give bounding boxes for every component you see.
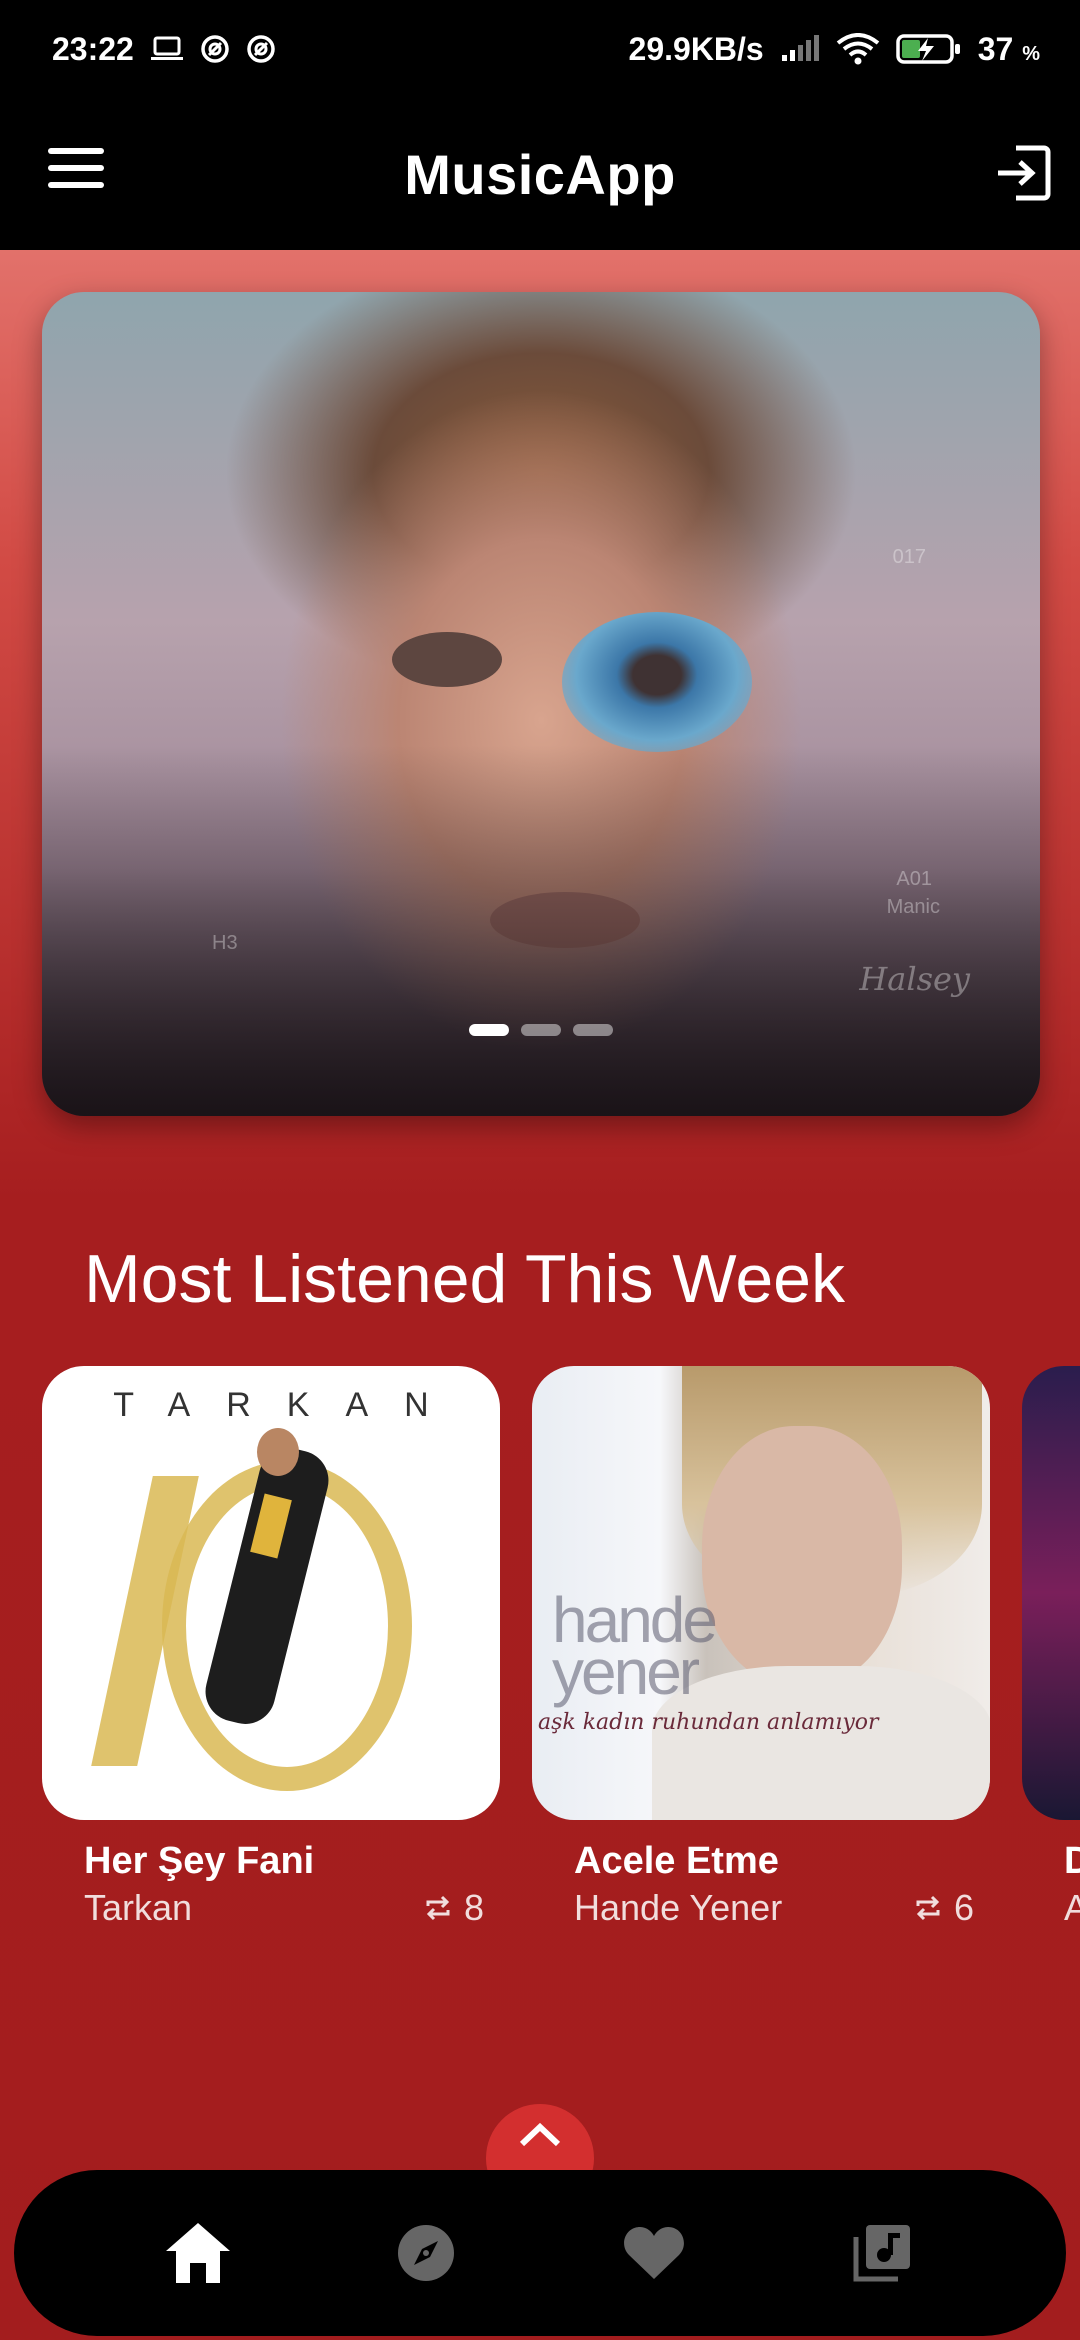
play-count: 6: [912, 1887, 974, 1929]
nav-favorites[interactable]: [614, 2213, 694, 2293]
nav-library[interactable]: [842, 2213, 922, 2293]
play-count: 8: [422, 1887, 484, 1929]
screen: 23:22 29.9KB/s 37 % MusicApp 017 A01 Man…: [0, 0, 1080, 2340]
network-speed: 29.9KB/s: [628, 30, 764, 67]
app-title: MusicApp: [404, 142, 676, 206]
menu-line: [48, 182, 104, 188]
carousel-indicator: [42, 1024, 1040, 1036]
album-cover-logo: hande yener: [552, 1588, 718, 1708]
repeat-icon: [916, 1895, 940, 1921]
album-cover: [1022, 1366, 1080, 1820]
hero-artwork-eye: [392, 632, 502, 687]
song-artist: A: [1064, 1887, 1080, 1928]
song-card[interactable]: hande yener aşk kadın ruhundan anlamıyor…: [532, 1366, 990, 1929]
hero-cover-text-manic: Manic: [886, 896, 940, 918]
hero-carousel[interactable]: 017 A01 Manic H3 Halsey: [42, 292, 1040, 1116]
play-count-value: 8: [463, 1887, 484, 1928]
hero-signature: Halsey: [859, 960, 970, 998]
laptop-icon: [150, 36, 184, 62]
battery-percent: 37 %: [978, 31, 1040, 68]
at-icon: [200, 34, 230, 64]
hero-cover-text-a01: A01: [896, 868, 932, 890]
album-cover-logo-line: yener: [552, 1636, 700, 1708]
status-bar: 23:22 29.9KB/s 37 %: [0, 0, 1080, 98]
repeat-icon: [426, 1895, 450, 1921]
cover-art-face: [702, 1426, 902, 1686]
hero-artwork-eye: [562, 612, 752, 752]
wifi-icon: [836, 33, 880, 65]
song-carousel[interactable]: TARKAN Her Şey Fani Tarkan 8 hande yener…: [42, 1366, 1080, 1946]
at-icon: [246, 34, 276, 64]
song-card[interactable]: D A: [1022, 1366, 1080, 1929]
section-title: Most Listened This Week: [84, 1241, 845, 1317]
carousel-dot[interactable]: [521, 1024, 561, 1036]
battery-percent-unit: %: [1022, 42, 1040, 65]
hero-artwork-lips: [490, 892, 640, 948]
song-meta: A: [1064, 1887, 1080, 1929]
explore-icon: [398, 2225, 454, 2281]
carousel-dot[interactable]: [573, 1024, 613, 1036]
song-title: D: [1064, 1840, 1080, 1882]
status-left: 23:22: [52, 31, 276, 68]
song-title: Her Şey Fani: [84, 1840, 315, 1882]
chevron-up-icon: [519, 2122, 561, 2147]
album-cover-tagline: aşk kadın ruhundan anlamıyor: [538, 1710, 879, 1735]
favorites-icon: [624, 2227, 684, 2279]
status-time: 23:22: [52, 30, 134, 67]
nav-explore[interactable]: [386, 2213, 466, 2293]
battery-percent-value: 37: [977, 30, 1014, 67]
status-right: 29.9KB/s 37 %: [629, 31, 1040, 68]
song-artist: Hande Yener: [574, 1887, 783, 1928]
menu-line: [48, 165, 104, 171]
song-artist: Tarkan: [84, 1887, 193, 1928]
home-icon: [166, 2223, 230, 2283]
signal-icon: [780, 35, 820, 63]
app-bar: MusicApp: [0, 98, 1080, 250]
bottom-nav: [14, 2170, 1066, 2336]
cover-art-figure: [257, 1428, 299, 1476]
song-meta: Tarkan 8: [84, 1887, 484, 1929]
battery-charging-icon: [895, 33, 962, 65]
library-icon: [853, 2225, 910, 2282]
song-title: Acele Etme: [574, 1840, 779, 1882]
hero-cover-text-017: 017: [892, 546, 926, 568]
play-count-value: 6: [953, 1887, 974, 1928]
album-cover: TARKAN: [42, 1366, 500, 1820]
song-meta: Hande Yener 6: [574, 1887, 974, 1929]
logout-icon[interactable]: [992, 142, 1054, 204]
album-cover: hande yener aşk kadın ruhundan anlamıyor: [532, 1366, 990, 1820]
hamburger-menu-icon[interactable]: [48, 148, 104, 198]
album-cover-text: TARKAN: [113, 1386, 465, 1424]
menu-line: [48, 148, 104, 154]
song-card[interactable]: TARKAN Her Şey Fani Tarkan 8: [42, 1366, 500, 1929]
nav-home[interactable]: [158, 2213, 238, 2293]
carousel-dot[interactable]: [469, 1024, 509, 1036]
hero-cover-text-h3: H3: [212, 932, 238, 954]
